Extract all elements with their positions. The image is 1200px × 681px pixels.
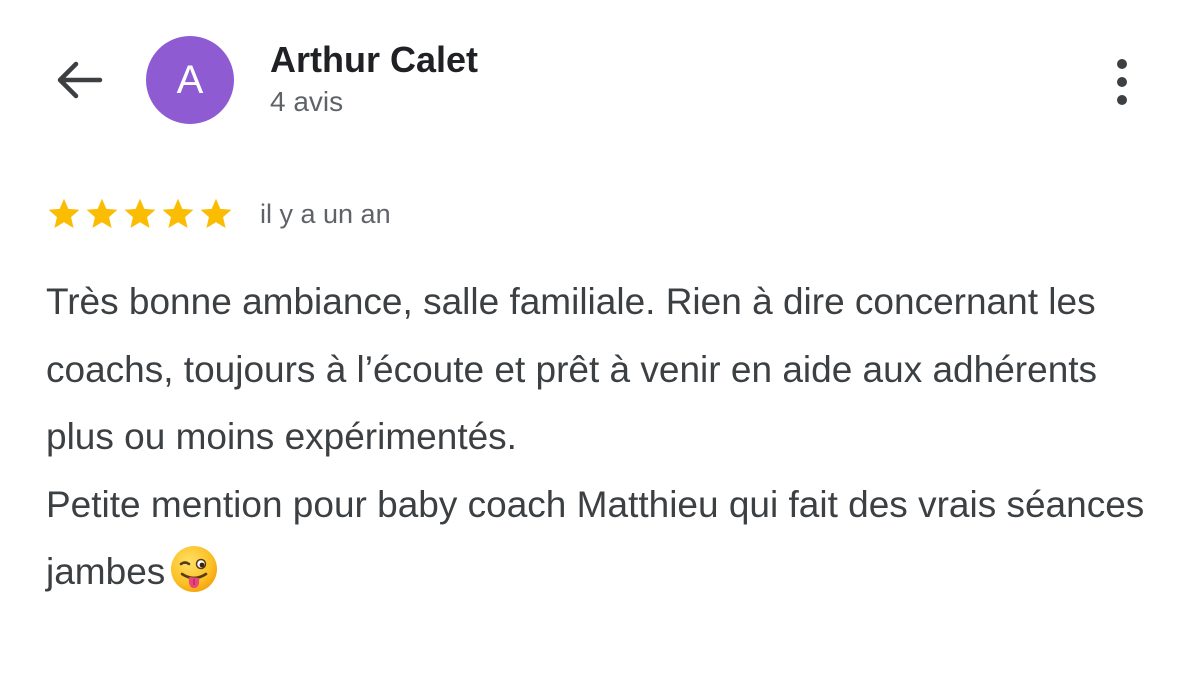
review-text: Très bonne ambiance, salle familiale. Ri… — [46, 268, 1156, 606]
winking-face-with-tongue-icon — [171, 546, 218, 592]
avatar[interactable]: A — [146, 36, 234, 124]
star-icon — [124, 198, 156, 228]
more-options-button[interactable] — [1100, 52, 1144, 112]
more-vertical-icon — [1117, 59, 1127, 69]
review-paragraph: Très bonne ambiance, salle familiale. Ri… — [46, 281, 1098, 457]
arrow-back-icon — [57, 61, 103, 99]
back-button[interactable] — [50, 56, 106, 104]
review-detail-screen: A Arthur Calet 4 avis il y a un an Très … — [0, 0, 1200, 681]
review-paragraph: Petite mention pour baby coach Matthieu … — [46, 471, 1156, 606]
more-vertical-icon-dot — [1117, 95, 1127, 105]
star-icon — [200, 198, 232, 228]
review-time: il y a un an — [260, 198, 391, 229]
rating-row: il y a un an — [46, 194, 391, 234]
star-rating — [46, 196, 234, 232]
review-count: 4 avis — [270, 86, 344, 117]
star-icon — [86, 198, 118, 228]
star-icon — [48, 198, 80, 228]
avatar-initial: A — [176, 58, 204, 102]
more-vertical-icon-dot — [1117, 77, 1127, 87]
author-name[interactable]: Arthur Calet — [270, 40, 478, 80]
star-icon — [162, 198, 194, 228]
